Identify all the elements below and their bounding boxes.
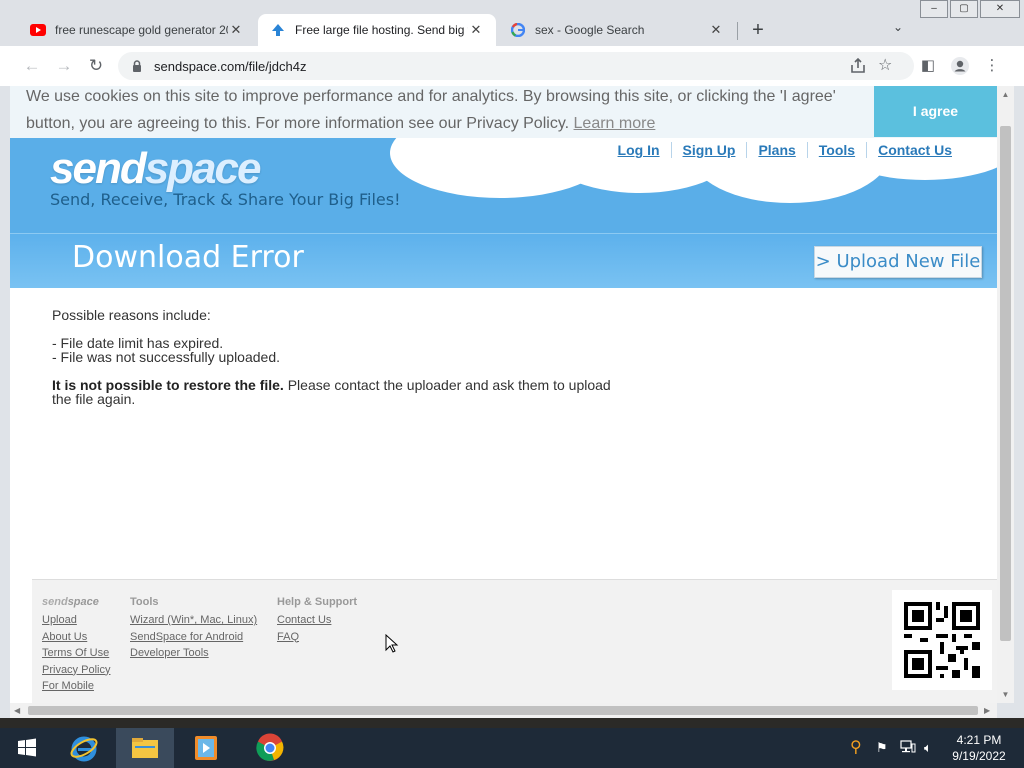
footer-link-about[interactable]: About Us (42, 629, 110, 646)
tab-search-chevron-icon[interactable]: ⌄ (886, 20, 910, 40)
footer-link-upload[interactable]: Upload (42, 612, 110, 629)
new-tab-button[interactable]: + (746, 18, 770, 42)
nav-contact-us[interactable]: Contact Us (866, 142, 963, 158)
scrollbar-thumb[interactable] (28, 706, 978, 715)
footer-link-developer[interactable]: Developer Tools (130, 645, 257, 662)
close-window-button[interactable]: ✕ (980, 0, 1020, 18)
vertical-scrollbar[interactable]: ▲ ▼ (997, 86, 1014, 703)
tab-title: sex - Google Search (535, 23, 645, 37)
nav-sign-up[interactable]: Sign Up (670, 142, 747, 158)
qr-code-icon (892, 590, 992, 690)
back-arrow-icon[interactable]: ← (20, 54, 44, 78)
close-tab-icon[interactable]: ✕ (228, 22, 244, 38)
footer-link-terms[interactable]: Terms Of Use (42, 645, 110, 662)
upload-new-file-button[interactable]: > Upload New File (814, 246, 982, 278)
scroll-down-icon[interactable]: ▼ (997, 690, 1014, 699)
tab-title: Free large file hosting. Send big f (295, 23, 468, 37)
footer-heading: Help & Support (277, 596, 358, 608)
profile-avatar-icon[interactable] (950, 56, 970, 76)
windows-start-icon[interactable] (8, 728, 46, 768)
footer-col-help: Help & Support Contact Us FAQ (277, 596, 357, 645)
chrome-icon[interactable] (246, 728, 294, 768)
tab-sendspace[interactable]: Free large file hosting. Send big f ✕ (258, 14, 496, 46)
page-title: Download Error (72, 240, 304, 275)
share-icon[interactable] (848, 56, 868, 76)
footer-link-mobile[interactable]: For Mobile (42, 678, 110, 695)
tagline: Send, Receive, Track & Share Your Big Fi… (50, 190, 401, 209)
reasons-intro: Possible reasons include: (52, 307, 211, 323)
tab-title: free runescape gold generator 20 (55, 23, 228, 37)
forward-arrow-icon[interactable]: → (52, 54, 76, 78)
close-tab-icon[interactable]: ✕ (708, 22, 724, 38)
browser-toolbar: ← → ↻ sendspace.com/file/jdch4z ☆ ◧ ⋮ (0, 46, 1024, 86)
scroll-right-icon[interactable]: ▶ (984, 703, 990, 718)
nav-log-in[interactable]: Log In (607, 142, 671, 158)
scroll-left-icon[interactable]: ◀ (14, 703, 20, 718)
window-frame (1014, 86, 1024, 718)
top-nav: Log In Sign Up Plans Tools Contact Us (607, 142, 963, 158)
taskbar: ⚲ ⚑ 🔈︎ 4:21 PM 9/19/2022 (0, 728, 1024, 768)
lock-icon (133, 60, 141, 72)
sendspace-logo[interactable]: sendspace (50, 144, 261, 194)
cookie-message: We use cookies on this site to improve p… (26, 88, 836, 132)
footer-link-privacy[interactable]: Privacy Policy (42, 662, 110, 679)
error-content: Possible reasons include: - File date li… (52, 308, 612, 420)
horizontal-scrollbar[interactable]: ◀ ▶ (10, 703, 997, 718)
tab-google[interactable]: sex - Google Search ✕ (498, 14, 736, 46)
minimize-button[interactable]: – (920, 0, 948, 18)
footer-heading: sendspace (42, 596, 99, 608)
sendspace-icon (270, 22, 286, 38)
close-tab-icon[interactable]: ✕ (468, 22, 484, 38)
youtube-icon (30, 22, 46, 38)
scrollbar-thumb[interactable] (1000, 126, 1011, 641)
restore-message: It is not possible to restore the file. … (52, 377, 611, 407)
agree-button[interactable]: I agree (874, 86, 997, 137)
footer-link-android[interactable]: SendSpace for Android (130, 629, 257, 646)
bookmark-star-icon[interactable]: ☆ (878, 55, 892, 75)
error-bar: Download Error > Upload New File (10, 233, 997, 288)
google-icon (510, 22, 526, 38)
reload-icon[interactable]: ↻ (84, 54, 108, 78)
footer-link-wizard[interactable]: Wizard (Win*, Mac, Linux) (130, 612, 257, 629)
site-footer: sendspace Upload About Us Terms Of Use P… (32, 580, 997, 703)
flag-icon[interactable]: ⚑ (876, 740, 888, 756)
volume-icon[interactable]: 🔈︎ (924, 740, 932, 756)
reason-item: - File date limit has expired. (52, 335, 224, 351)
clock-date: 9/19/2022 (952, 749, 1006, 763)
system-clock[interactable]: 4:21 PM 9/19/2022 (944, 732, 1014, 764)
site-header: sendspace Send, Receive, Track & Share Y… (10, 138, 997, 288)
desktop-background (0, 718, 1024, 728)
cookie-banner: We use cookies on this site to improve p… (10, 86, 997, 138)
nav-plans[interactable]: Plans (746, 142, 806, 158)
url-text: sendspace.com/file/jdch4z (154, 58, 307, 74)
clock-time: 4:21 PM (956, 733, 1002, 747)
kebab-menu-icon[interactable]: ⋮ (982, 56, 1002, 76)
maximize-button[interactable]: ▢ (950, 0, 978, 18)
learn-more-link[interactable]: Learn more (574, 115, 656, 132)
network-icon[interactable] (900, 740, 916, 757)
internet-explorer-icon[interactable] (62, 728, 106, 768)
footer-heading: Tools (130, 596, 159, 608)
address-bar[interactable]: sendspace.com/file/jdch4z ☆ (118, 52, 914, 80)
side-panel-icon[interactable]: ◧ (918, 56, 938, 76)
footer-col-sendspace: sendspace Upload About Us Terms Of Use P… (42, 596, 110, 695)
scroll-up-icon[interactable]: ▲ (997, 90, 1014, 99)
window-controls: – ▢ ✕ (918, 0, 1020, 18)
search-tray-icon[interactable]: ⚲ (850, 737, 862, 757)
footer-link-contact[interactable]: Contact Us (277, 612, 357, 629)
tab-youtube[interactable]: free runescape gold generator 20 ✕ (18, 14, 256, 46)
tab-separator (737, 22, 738, 40)
page-viewport: We use cookies on this site to improve p… (10, 86, 997, 703)
reason-item: - File was not successfully uploaded. (52, 349, 280, 365)
file-explorer-icon[interactable] (116, 728, 174, 768)
tab-strip: free runescape gold generator 20 ✕ Free … (0, 0, 1024, 46)
nav-tools[interactable]: Tools (806, 142, 866, 158)
footer-col-tools: Tools Wizard (Win*, Mac, Linux) SendSpac… (130, 596, 257, 662)
mouse-cursor-icon (385, 634, 399, 653)
browser-chrome: free runescape gold generator 20 ✕ Free … (0, 0, 1024, 86)
media-player-icon[interactable] (184, 728, 228, 768)
footer-link-faq[interactable]: FAQ (277, 629, 357, 646)
